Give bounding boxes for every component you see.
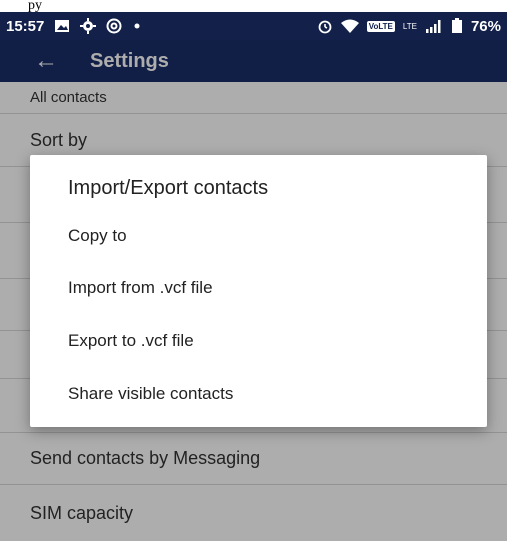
settings-row[interactable]: Send contacts by Messaging: [0, 433, 507, 485]
dialog-item-share-visible[interactable]: Share visible contacts: [68, 379, 233, 409]
settings-row[interactable]: All contacts: [0, 82, 507, 114]
arrow-left-icon[interactable]: ←: [34, 47, 90, 75]
image-icon: [54, 19, 70, 33]
signal-icon: [425, 19, 443, 33]
volte-badge: VoLTE: [366, 20, 395, 32]
dot-icon: [132, 21, 142, 31]
settings-row-label: All contacts: [30, 89, 107, 106]
dialog-title: Import/Export contacts: [68, 177, 269, 199]
top-caption: py: [0, 0, 507, 12]
settings-row-label: Sort by: [30, 130, 88, 150]
dialog-item-export-vcf[interactable]: Export to .vcf file: [68, 326, 194, 356]
gear-icon: [80, 18, 97, 34]
page-title: Settings: [90, 49, 169, 72]
app-bar: ← Settings: [0, 40, 507, 82]
at-icon: [106, 18, 122, 34]
alarm-icon: [317, 18, 333, 34]
status-bar: 15:57 VoLTE LTE 76%: [0, 12, 507, 40]
dialog-item-copy-to[interactable]: Copy to: [68, 221, 127, 251]
import-export-dialog: Import/Export contacts Copy to Import fr…: [30, 155, 487, 427]
settings-row-label: SIM capacity: [30, 502, 134, 523]
dialog-item-import-vcf[interactable]: Import from .vcf file: [68, 273, 213, 303]
lte-label: LTE: [402, 21, 417, 31]
status-time: 15:57: [6, 17, 45, 35]
settings-row-label: Send contacts by Messaging: [30, 448, 261, 468]
wifi-icon: [340, 19, 359, 33]
battery-icon: [451, 18, 463, 34]
battery-level: 76%: [470, 17, 501, 35]
settings-row[interactable]: SIM capacity: [0, 485, 507, 541]
